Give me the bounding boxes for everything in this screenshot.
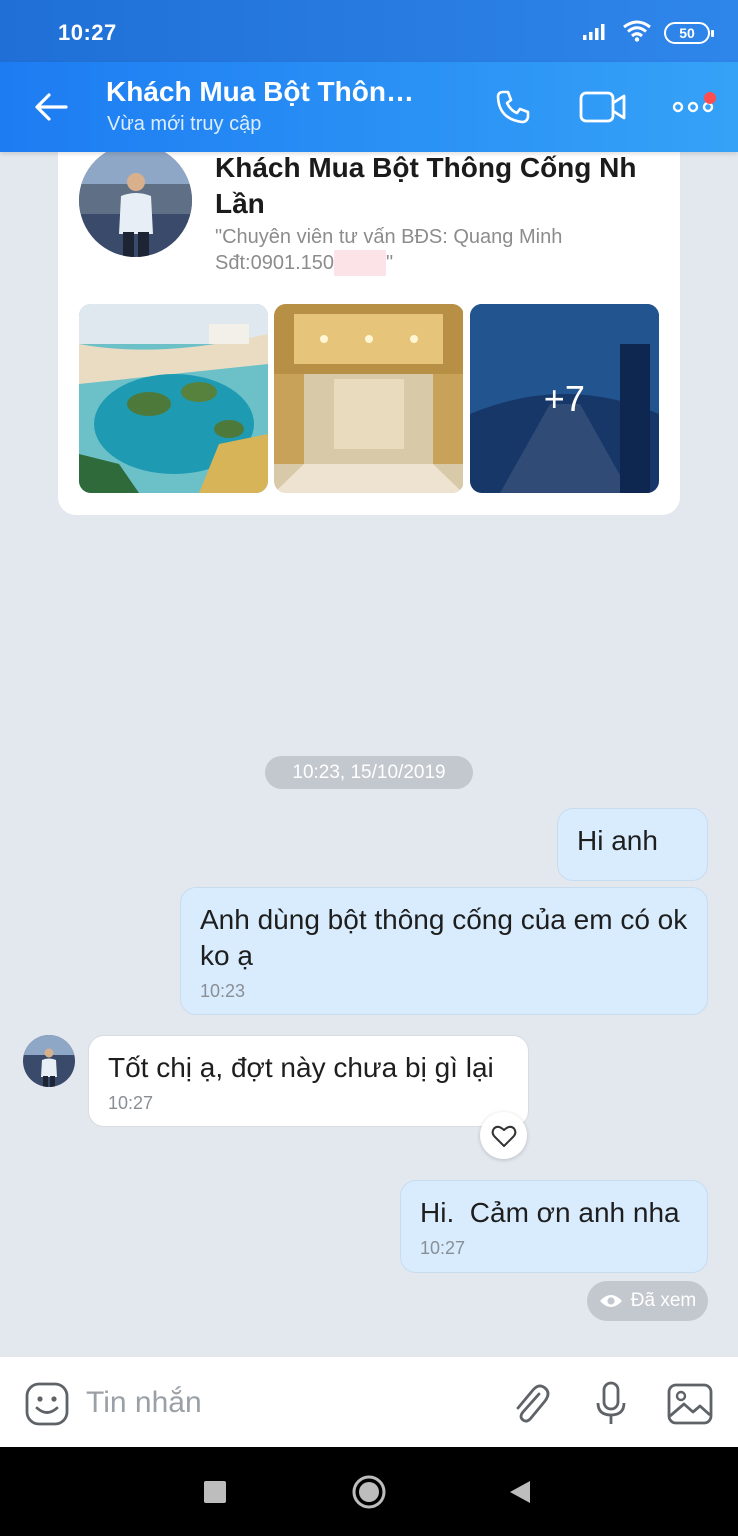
- chat-header: Khách Mua Bột Thông Cống Nh Lần Vừa mới …: [0, 62, 738, 152]
- video-call-button[interactable]: [578, 82, 628, 132]
- message-input[interactable]: [86, 1381, 486, 1425]
- message-text: Hi anh: [577, 825, 658, 856]
- contact-status: Vừa mới truy cập: [107, 113, 262, 135]
- message-text: Hi. Cảm ơn anh nha: [420, 1197, 680, 1228]
- message-input-bar: [0, 1356, 738, 1447]
- message-text: Anh dùng bột thông cống của em có ok ko …: [200, 904, 688, 971]
- sender-avatar[interactable]: [23, 1035, 75, 1087]
- seen-status: Đã xem: [587, 1281, 708, 1321]
- message-bubble-outgoing[interactable]: Hi anh: [557, 808, 708, 881]
- message-bubble-incoming[interactable]: Tốt chị ạ, đợt này chưa bị gì lại 10:27: [88, 1035, 529, 1127]
- circle-icon: [352, 1475, 386, 1509]
- notification-dot: [704, 92, 716, 104]
- status-icons: 50: [582, 20, 714, 47]
- home-button[interactable]: [346, 1469, 392, 1515]
- redacted-block: [334, 250, 386, 276]
- photo-thumbnail[interactable]: [274, 304, 464, 493]
- eye-icon: [599, 1295, 622, 1307]
- gallery-button[interactable]: [665, 1379, 715, 1429]
- bio-quote-end: ": [386, 252, 394, 274]
- profile-card[interactable]: Khách Mua Bột Thông Cống Nh Lần "Chuyên …: [58, 120, 680, 515]
- signal-icon: [582, 21, 610, 46]
- seen-label: Đã xem: [630, 1290, 697, 1311]
- square-icon: [204, 1481, 226, 1503]
- back-button[interactable]: [28, 84, 74, 130]
- emoji-icon: [25, 1382, 69, 1426]
- status-time: 10:27: [58, 20, 117, 45]
- microphone-icon: [596, 1381, 626, 1424]
- voice-call-button[interactable]: [488, 82, 538, 132]
- message-time: 10:27: [420, 1238, 466, 1258]
- bio-line-2: Sđt:0901.150 ": [215, 250, 655, 276]
- heart-icon: [491, 1125, 516, 1147]
- system-back-button[interactable]: [497, 1469, 543, 1515]
- wifi-icon: [622, 20, 652, 47]
- profile-avatar[interactable]: [79, 144, 192, 257]
- phone-icon: [496, 90, 530, 124]
- bio-line-1: "Chuyên viên tư vấn BĐS: Quang Minh: [215, 226, 563, 248]
- more-options-button[interactable]: [668, 82, 718, 132]
- paperclip-icon: [516, 1384, 550, 1423]
- photo-thumbnail[interactable]: [79, 304, 268, 493]
- triangle-back-icon: [510, 1481, 530, 1503]
- message-bubble-outgoing[interactable]: Hi. Cảm ơn anh nha 10:27: [400, 1180, 708, 1273]
- message-time: 10:23: [200, 981, 246, 1001]
- message-time: 10:27: [108, 1093, 154, 1113]
- system-navigation-bar: [0, 1447, 738, 1536]
- message-text: Tốt chị ạ, đợt này chưa bị gì lại: [108, 1052, 494, 1083]
- image-icon: [667, 1383, 713, 1425]
- battery-icon: 50: [664, 22, 714, 44]
- message-bubble-outgoing[interactable]: Anh dùng bột thông cống của em có ok ko …: [180, 887, 708, 1015]
- attach-button[interactable]: [506, 1379, 556, 1429]
- photo-thumbnail-more[interactable]: +7: [469, 304, 659, 493]
- emoji-button[interactable]: [22, 1379, 72, 1429]
- bio-phone: Sđt:0901.150: [215, 252, 334, 274]
- profile-name: Khách Mua Bột Thông Cống Nh Lần: [215, 152, 637, 219]
- date-divider: 10:23, 15/10/2019: [265, 756, 473, 789]
- video-camera-icon: [579, 91, 626, 123]
- photo-strip: +7: [79, 304, 659, 493]
- profile-bio: "Chuyên viên tư vấn BĐS: Quang Minh Sđt:…: [215, 224, 655, 276]
- react-heart-button[interactable]: [480, 1112, 527, 1159]
- status-bar: 10:27 50: [0, 0, 738, 62]
- more-photos-count: +7: [469, 304, 659, 493]
- voice-record-button[interactable]: [586, 1379, 636, 1429]
- arrow-left-icon: [35, 93, 68, 121]
- recents-button[interactable]: [192, 1469, 238, 1515]
- contact-name[interactable]: Khách Mua Bột Thông Cống Nh Lần: [106, 76, 426, 108]
